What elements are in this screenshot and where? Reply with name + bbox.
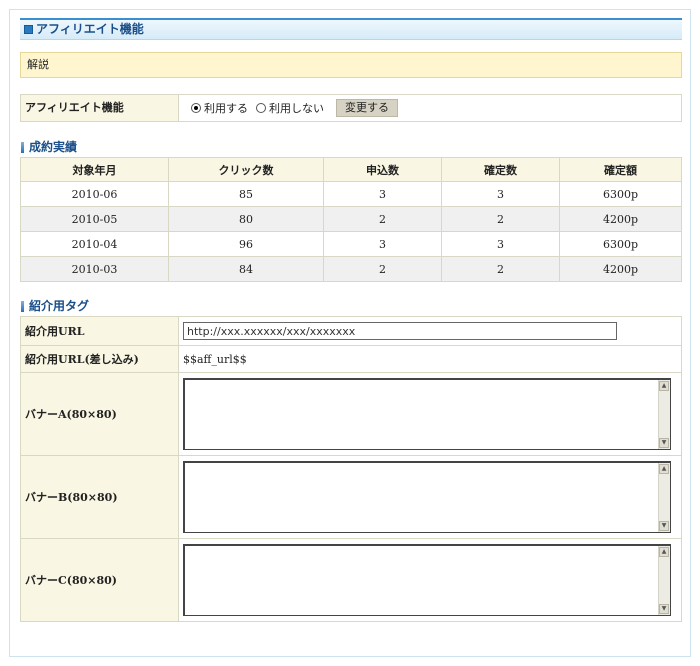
table-row: 2010-04 96 3 3 6300p (20, 231, 682, 257)
tags-heading-text: 紹介用タグ (29, 299, 90, 313)
scroll-up-arrow-icon[interactable]: ▲ (659, 464, 669, 474)
cell-amount: 6300p (559, 181, 682, 207)
results-heading: 成約実績 (21, 139, 77, 155)
banner-a-row: バナーA(80×80) ▲ ▼ (20, 372, 682, 456)
cell-amount: 4200p (559, 206, 682, 232)
cell-confirmed: 3 (441, 231, 560, 257)
url-insert-value: $$aff_url$$ (178, 345, 682, 373)
results-table: 対象年月 クリック数 申込数 確定数 確定額 2010-06 85 3 3 63… (20, 157, 682, 282)
col-header-amount: 確定額 (559, 157, 682, 182)
affiliate-setting-row: アフィリエイト機能 利用する 利用しない 変更する (20, 94, 682, 122)
cell-applications: 3 (323, 231, 442, 257)
banner-b-row: バナーB(80×80) ▲ ▼ (20, 455, 682, 539)
cell-confirmed: 3 (441, 181, 560, 207)
description-text: 解説 (27, 58, 49, 71)
cell-clicks: 96 (168, 231, 324, 257)
panel-title-text: アフィリエイト機能 (36, 22, 144, 36)
cell-clicks: 80 (168, 206, 324, 232)
cell-applications: 2 (323, 206, 442, 232)
table-row: 2010-05 80 2 2 4200p (20, 206, 682, 232)
scrollbar[interactable]: ▲ ▼ (658, 546, 670, 615)
tags-heading: 紹介用タグ (21, 298, 89, 314)
col-header-confirmed: 確定数 (441, 157, 560, 182)
url-insert-label: 紹介用URL(差し込み) (20, 345, 179, 373)
url-label: 紹介用URL (20, 316, 179, 346)
radio-use-label: 利用する (204, 102, 248, 115)
banner-c-row: バナーC(80×80) ▲ ▼ (20, 538, 682, 622)
banner-c-cell: ▲ ▼ (178, 538, 682, 622)
tags-table: 紹介用URL 紹介用URL(差し込み) $$aff_url$$ バナーA(80×… (20, 316, 682, 622)
cell-amount: 6300p (559, 231, 682, 257)
scroll-up-arrow-icon[interactable]: ▲ (659, 547, 669, 557)
radio-icon[interactable] (256, 103, 266, 113)
banner-b-textarea[interactable]: ▲ ▼ (183, 461, 671, 533)
banner-b-cell: ▲ ▼ (178, 455, 682, 539)
table-header-row: 対象年月 クリック数 申込数 確定数 確定額 (20, 157, 682, 182)
scroll-down-arrow-icon[interactable]: ▼ (659, 438, 669, 448)
content-frame: アフィリエイト機能 解説 アフィリエイト機能 利用する 利用しない 変更する 成… (9, 9, 691, 657)
cell-confirmed: 2 (441, 256, 560, 282)
banner-a-textarea[interactable]: ▲ ▼ (183, 378, 671, 450)
url-input[interactable] (183, 322, 617, 340)
scrollbar[interactable]: ▲ ▼ (658, 463, 670, 532)
radio-not-use-label: 利用しない (269, 102, 324, 115)
banner-c-textarea[interactable]: ▲ ▼ (183, 544, 671, 616)
url-row: 紹介用URL (20, 316, 682, 346)
cell-confirmed: 2 (441, 206, 560, 232)
banner-a-cell: ▲ ▼ (178, 372, 682, 456)
banner-c-label: バナーC(80×80) (20, 538, 179, 622)
affiliate-setting-label: アフィリエイト機能 (21, 95, 179, 121)
banner-b-label: バナーB(80×80) (20, 455, 179, 539)
table-row: 2010-06 85 3 3 6300p (20, 181, 682, 207)
cell-month: 2010-04 (20, 231, 169, 257)
cell-clicks: 84 (168, 256, 324, 282)
radio-icon[interactable] (191, 103, 201, 113)
panel-title: アフィリエイト機能 (20, 18, 682, 40)
change-button[interactable]: 変更する (336, 99, 398, 117)
cell-clicks: 85 (168, 181, 324, 207)
banner-a-label: バナーA(80×80) (20, 372, 179, 456)
scroll-down-arrow-icon[interactable]: ▼ (659, 521, 669, 531)
radio-not-use[interactable]: 利用しない (256, 100, 324, 116)
cell-month: 2010-06 (20, 181, 169, 207)
description-box: 解説 (20, 52, 682, 78)
col-header-applications: 申込数 (323, 157, 442, 182)
cell-month: 2010-05 (20, 206, 169, 232)
col-header-month: 対象年月 (20, 157, 169, 182)
table-row: 2010-03 84 2 2 4200p (20, 256, 682, 282)
title-square-icon (24, 25, 33, 34)
cell-month: 2010-03 (20, 256, 169, 282)
cell-applications: 3 (323, 181, 442, 207)
url-cell (178, 316, 682, 346)
cell-applications: 2 (323, 256, 442, 282)
scrollbar[interactable]: ▲ ▼ (658, 380, 670, 449)
url-insert-row: 紹介用URL(差し込み) $$aff_url$$ (20, 345, 682, 373)
cell-amount: 4200p (559, 256, 682, 282)
scroll-up-arrow-icon[interactable]: ▲ (659, 381, 669, 391)
radio-use[interactable]: 利用する (191, 100, 248, 116)
affiliate-setting-controls: 利用する 利用しない 変更する (179, 95, 398, 121)
results-heading-text: 成約実績 (29, 140, 78, 154)
scroll-down-arrow-icon[interactable]: ▼ (659, 604, 669, 614)
col-header-clicks: クリック数 (168, 157, 324, 182)
